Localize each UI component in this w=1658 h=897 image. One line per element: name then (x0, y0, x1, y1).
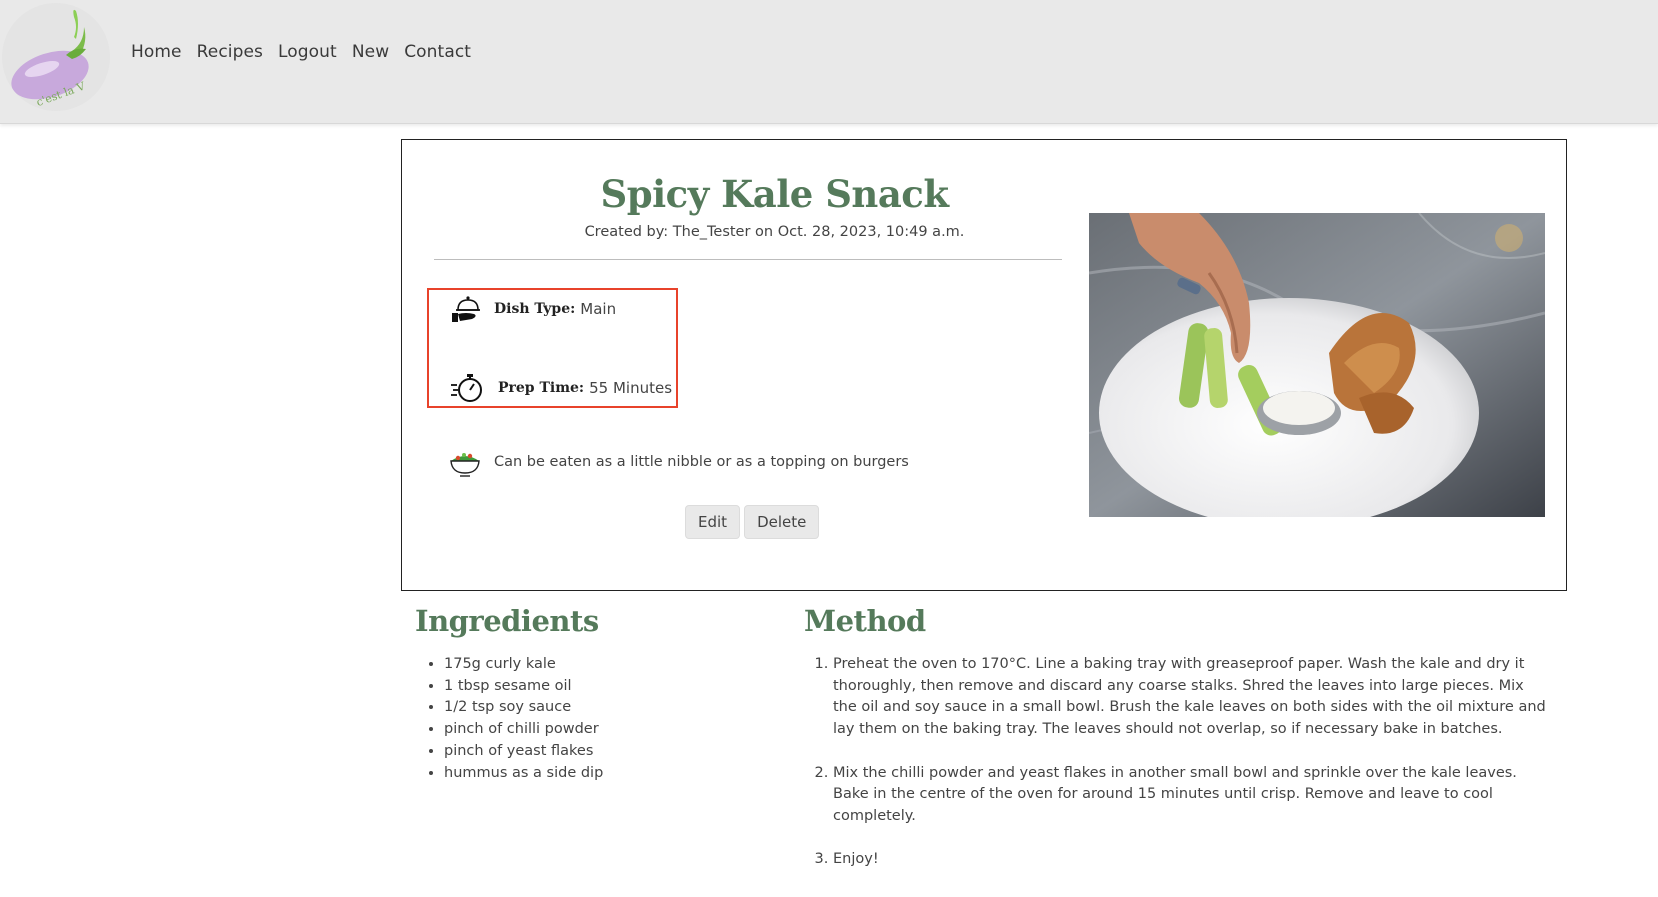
recipe-summary: Can be eaten as a little nibble or as a … (494, 454, 909, 470)
recipe-created-by: Created by: The_Tester on Oct. 28, 2023,… (584, 224, 965, 240)
nav-home[interactable]: Home (131, 42, 182, 62)
ingredient-item: 1/2 tsp soy sauce (444, 697, 784, 719)
salad-bowl-icon (448, 445, 482, 479)
method-step: Mix the chilli powder and yeast flakes i… (833, 763, 1548, 828)
delete-button[interactable]: Delete (744, 505, 820, 539)
prep-time-row: Prep Time: 55 Minutes (450, 371, 672, 405)
ingredients-list: 175g curly kale 1 tbsp sesame oil 1/2 ts… (444, 654, 784, 784)
prep-time-label: Prep Time: (498, 380, 585, 396)
divider (434, 259, 1062, 260)
method-title: Method (804, 604, 926, 638)
dish-type-value: Main (580, 300, 617, 318)
summary-row: Can be eaten as a little nibble or as a … (448, 445, 909, 479)
dish-type-label: Dish Type: (494, 301, 576, 317)
recipe-title: Spicy Kale Snack (600, 172, 949, 216)
nav-recipes[interactable]: Recipes (197, 42, 263, 62)
action-buttons: Edit Delete (685, 505, 820, 539)
eggplant-logo[interactable]: c'est la V (2, 3, 110, 111)
dish-type-row: Dish Type: Main (450, 292, 616, 326)
method-step: Preheat the oven to 170°C. Line a baking… (833, 654, 1548, 741)
method-step: Enjoy! (833, 849, 1548, 871)
nav-logout[interactable]: Logout (278, 42, 337, 62)
ingredient-item: hummus as a side dip (444, 763, 784, 785)
nav-contact[interactable]: Contact (404, 42, 471, 62)
recipe-photo (1089, 213, 1545, 517)
main-nav: Home Recipes Logout New Contact (131, 42, 486, 62)
prep-time-value: 55 Minutes (589, 379, 673, 397)
stopwatch-icon (450, 371, 484, 405)
recipe-card: Spicy Kale Snack Created by: The_Tester … (401, 139, 1567, 591)
ingredient-item: 175g curly kale (444, 654, 784, 676)
ingredient-item: pinch of chilli powder (444, 719, 784, 741)
edit-button[interactable]: Edit (685, 505, 741, 539)
ingredients-title: Ingredients (415, 604, 599, 638)
nav-new[interactable]: New (352, 42, 389, 62)
ingredient-item: pinch of yeast flakes (444, 741, 784, 763)
method-list: Preheat the oven to 170°C. Line a baking… (833, 654, 1548, 893)
ingredient-item: 1 tbsp sesame oil (444, 676, 784, 698)
navbar: c'est la V Home Recipes Logout New Conta… (0, 0, 1658, 124)
serving-cloche-icon (450, 292, 484, 326)
